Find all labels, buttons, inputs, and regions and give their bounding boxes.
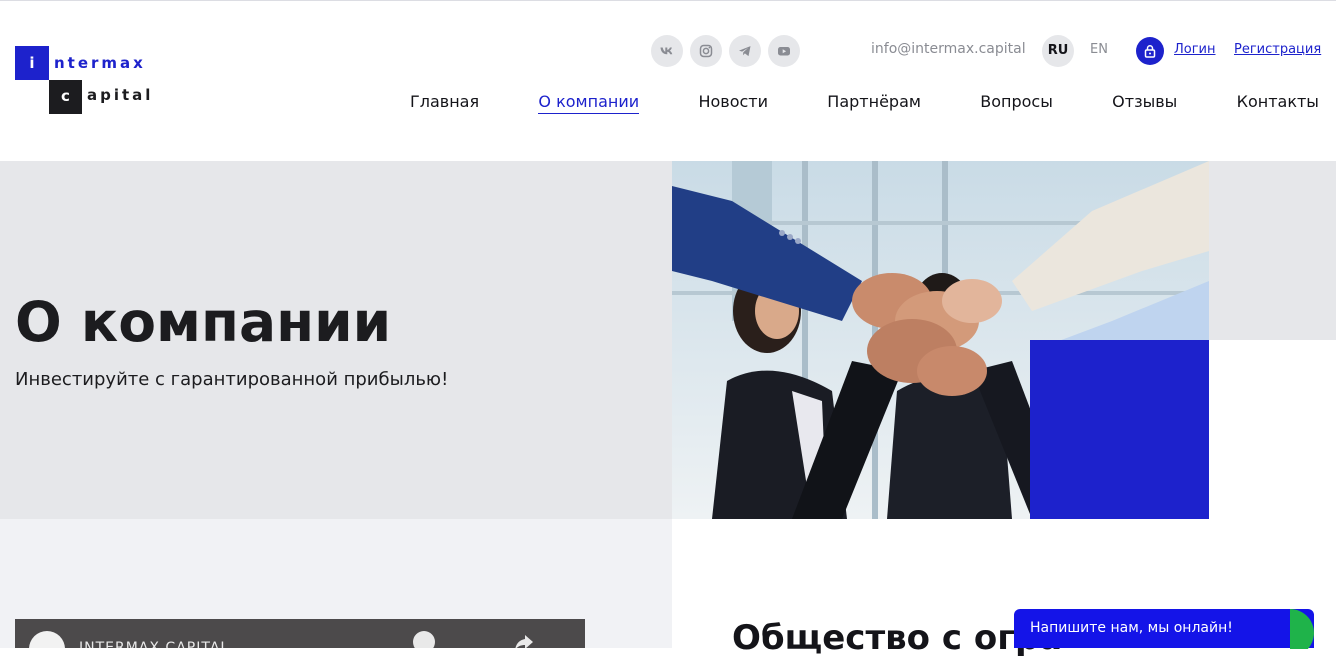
page-subtitle: Инвестируйте с гарантированной прибылью! [15, 369, 449, 390]
youtube-icon[interactable] [768, 35, 800, 67]
nav-item-faq[interactable]: Вопросы [980, 92, 1053, 114]
top-border [0, 0, 1336, 1]
logo-word-capital: apital [87, 86, 154, 104]
nav-item-about[interactable]: О компании [538, 92, 640, 114]
nav-item-news[interactable]: Новости [698, 92, 768, 114]
logo[interactable]: i ntermax c apital [15, 46, 155, 116]
vk-icon[interactable] [651, 35, 683, 67]
channel-avatar[interactable] [29, 631, 65, 648]
register-link[interactable]: Регистрация [1234, 42, 1321, 57]
share-icon[interactable] [513, 631, 535, 648]
video-title[interactable]: INTERMAX CAPITAL [79, 640, 229, 648]
page-title: О компании [15, 290, 392, 354]
social-links [651, 35, 800, 67]
instagram-icon[interactable] [690, 35, 722, 67]
login-link[interactable]: Логин [1174, 42, 1216, 57]
nav-item-partners[interactable]: Партнёрам [827, 92, 921, 114]
watch-later-icon[interactable] [413, 631, 435, 648]
online-status-icon [1290, 609, 1314, 649]
logo-c-square: c [49, 80, 82, 114]
language-ru-button[interactable]: RU [1042, 35, 1074, 67]
logo-i-square: i [15, 46, 49, 80]
nav-item-reviews[interactable]: Отзывы [1112, 92, 1177, 114]
contact-email-link[interactable]: info@intermax.capital [871, 41, 1026, 57]
nav-item-home[interactable]: Главная [410, 92, 479, 114]
nav-item-contacts[interactable]: Контакты [1237, 92, 1319, 114]
lock-icon[interactable] [1136, 37, 1164, 65]
logo-word-intermax: ntermax [54, 54, 146, 72]
telegram-icon[interactable] [729, 35, 761, 67]
hero-decor-panel [1209, 161, 1336, 340]
main-nav: Главная О компании Новости Партнёрам Воп… [410, 92, 1319, 114]
chat-widget-label: Напишите нам, мы онлайн! [1030, 620, 1233, 636]
language-en-button[interactable]: EN [1090, 42, 1108, 57]
section-heading: Общество с огра [732, 618, 1063, 658]
chat-widget[interactable]: Напишите нам, мы онлайн! [1014, 609, 1314, 648]
decorative-blue-square [1030, 340, 1209, 519]
video-player[interactable]: INTERMAX CAPITAL [15, 619, 585, 648]
